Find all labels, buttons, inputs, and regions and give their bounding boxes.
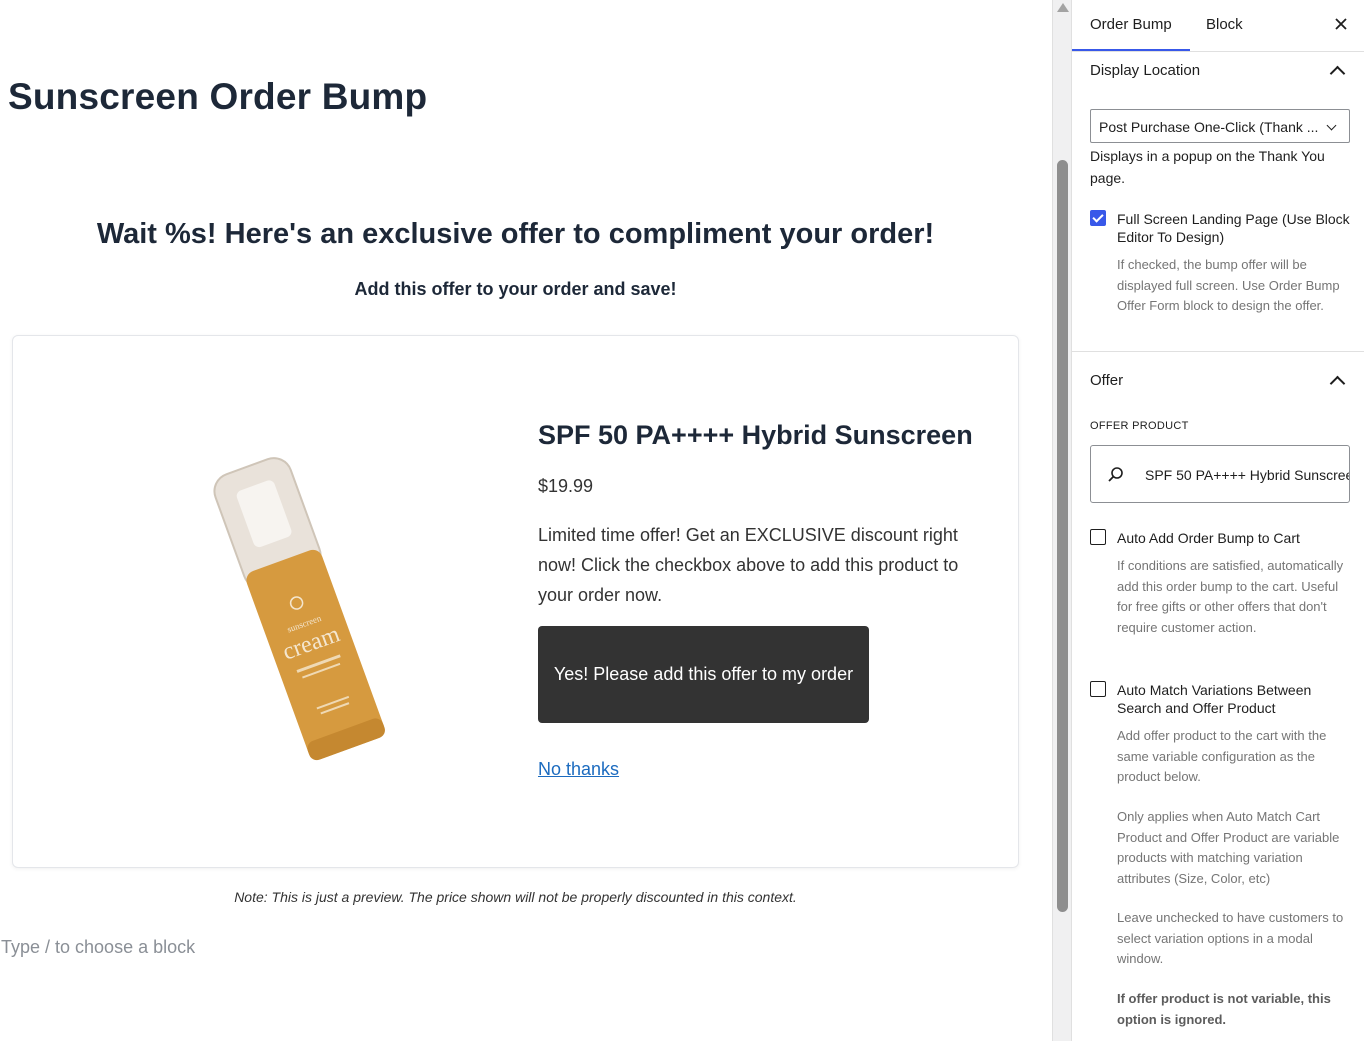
panel-divider — [1072, 351, 1364, 352]
settings-sidebar: Order Bump Block Display Location Post P… — [1071, 0, 1364, 1041]
full-screen-help: If checked, the bump offer will be displ… — [1117, 257, 1340, 313]
auto-add-label[interactable]: Auto Add Order Bump to Cart — [1117, 529, 1357, 547]
display-location-header[interactable]: Display Location — [1090, 62, 1200, 79]
preview-note: Note: This is just a preview. The price … — [234, 889, 797, 905]
chevron-up-icon[interactable] — [1329, 65, 1346, 82]
close-icon[interactable] — [1331, 14, 1351, 34]
chevron-up-icon[interactable] — [1329, 375, 1346, 392]
auto-match-label[interactable]: Auto Match Variations Between Search and… — [1117, 681, 1357, 717]
scrollbar-thumb[interactable] — [1057, 160, 1068, 912]
auto-add-help: If conditions are satisfied, automatical… — [1117, 558, 1344, 635]
display-location-selected: Post Purchase One-Click (Thank ... — [1099, 119, 1319, 135]
product-description[interactable]: Limited time offer! Get an EXCLUSIVE dis… — [538, 520, 978, 610]
tab-order-bump[interactable]: Order Bump — [1072, 0, 1190, 51]
auto-match-help-2: Only applies when Auto Match Cart Produc… — [1117, 809, 1340, 886]
auto-match-help-3: Leave unchecked to have customers to sel… — [1117, 910, 1344, 966]
product-name[interactable]: SPF 50 PA++++ Hybrid Sunscreen — [538, 420, 973, 451]
search-icon — [1108, 467, 1123, 482]
full-screen-checkbox[interactable] — [1090, 210, 1106, 226]
product-image: sunscreen cream — [213, 457, 385, 761]
editor-canvas: Sunscreen Order Bump Wait %s! Here's an … — [0, 0, 1031, 1041]
offer-header[interactable]: Offer — [1090, 372, 1123, 389]
auto-match-checkbox[interactable] — [1090, 681, 1106, 697]
offer-product-value: SPF 50 PA++++ Hybrid Sunscreen — [1145, 467, 1350, 483]
offer-headline[interactable]: Wait %s! Here's an exclusive offer to co… — [0, 218, 1031, 251]
offer-product-label: OFFER PRODUCT — [1090, 420, 1189, 432]
offer-product-search[interactable]: SPF 50 PA++++ Hybrid Sunscreen — [1090, 445, 1350, 503]
page-title[interactable]: Sunscreen Order Bump — [8, 76, 427, 118]
display-location-select[interactable]: Post Purchase One-Click (Thank ... — [1090, 109, 1350, 143]
auto-add-checkbox[interactable] — [1090, 529, 1106, 545]
block-inserter-placeholder[interactable]: Type / to choose a block — [1, 937, 195, 958]
offer-subheadline[interactable]: Add this offer to your order and save! — [0, 279, 1031, 300]
auto-match-help-1: Add offer product to the cart with the s… — [1117, 728, 1327, 784]
auto-match-help-4: If offer product is not variable, this o… — [1117, 991, 1331, 1027]
full-screen-label[interactable]: Full Screen Landing Page (Use Block Edit… — [1117, 210, 1357, 246]
no-thanks-link[interactable]: No thanks — [538, 759, 619, 780]
sidebar-tabs: Order Bump Block — [1072, 0, 1364, 52]
offer-card[interactable]: sunscreen cream SPF 50 PA++++ Hybrid Sun… — [12, 335, 1019, 868]
canvas-scrollbar[interactable] — [1052, 0, 1073, 1041]
add-offer-button[interactable]: Yes! Please add this offer to my order — [538, 626, 869, 723]
chevron-down-icon — [1326, 120, 1337, 131]
scroll-up-arrow-icon[interactable] — [1057, 3, 1069, 12]
tab-block[interactable]: Block — [1188, 0, 1261, 50]
product-price: $19.99 — [538, 476, 594, 496]
display-location-help: Displays in a popup on the Thank You pag… — [1090, 148, 1325, 186]
